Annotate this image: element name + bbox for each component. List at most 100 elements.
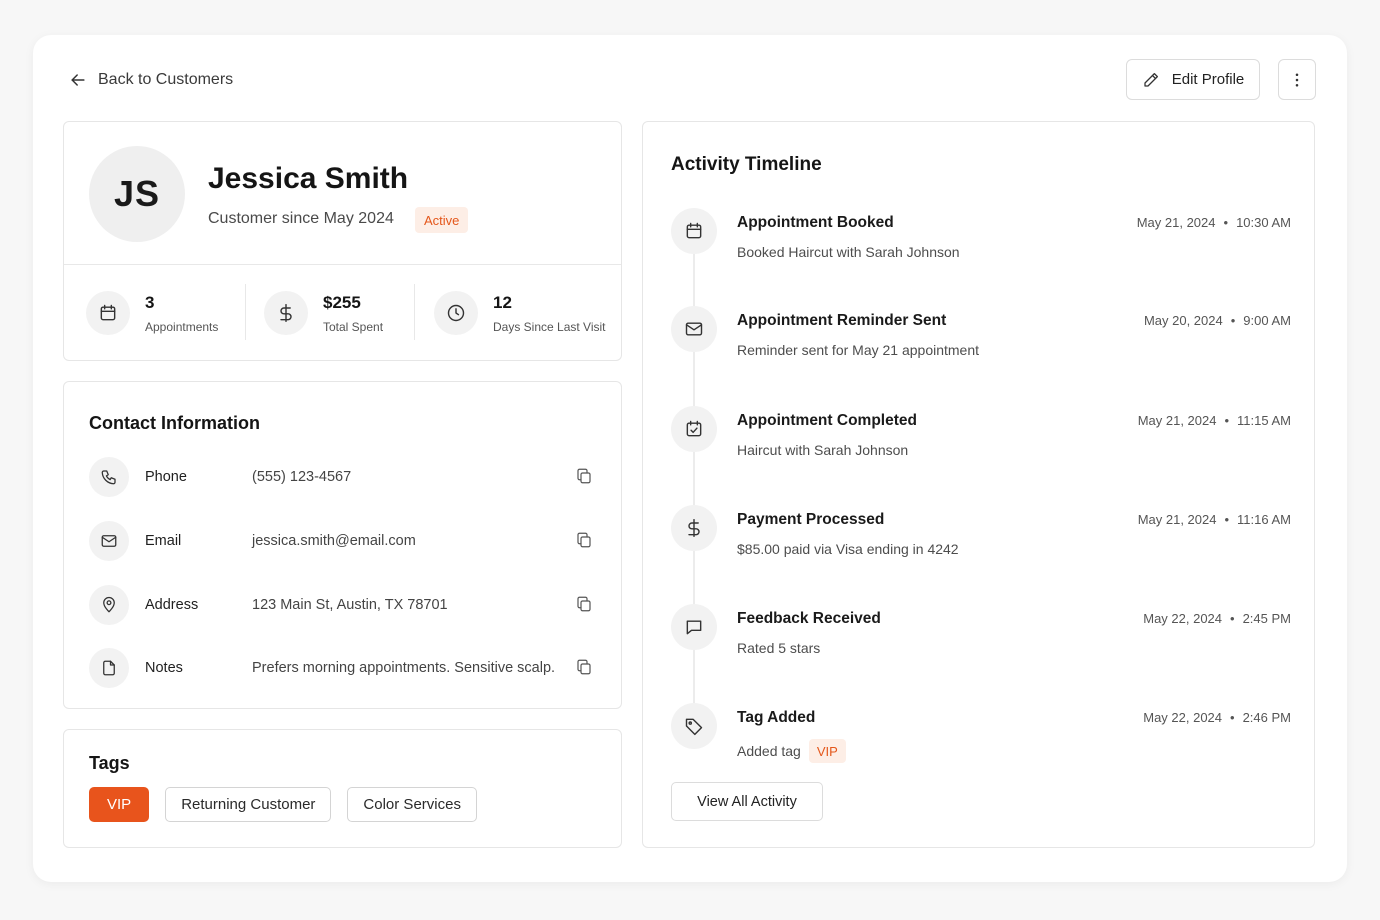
copy-notes-button[interactable] [575,658,595,678]
separator-dot: • [1230,313,1236,328]
phone-icon [101,470,116,485]
contact-label: Email [145,533,182,549]
timeline-item-desc: Booked Haircut with Sarah Johnson [737,244,960,260]
timeline-item-desc-text: Rated 5 stars [737,640,821,656]
view-all-activity-button[interactable]: View All Activity [671,782,823,821]
contact-row-phone: Phone (555) 123-4567 [89,457,599,497]
edit-profile-label: Edit Profile [1171,71,1245,88]
timeline-item-desc: Reminder sent for May 21 appointment [737,342,979,358]
timeline-date: May 21, 2024 [1137,512,1217,527]
timeline-item-title: Feedback Received [737,610,881,627]
tag-badge-vip: VIP [808,739,846,763]
contact-row-address: Address 123 Main St, Austin, TX 78701 [89,585,599,625]
customer-since: Customer since May 2024 [208,210,394,227]
contact-information-card: Contact Information Phone (555) 123-4567… [63,381,622,709]
tags-list: VIP Returning Customer Color Services [89,787,477,822]
email-value: jessica.smith@email.com [252,533,416,549]
back-link-label: Back to Customers [98,71,234,88]
stat-appointments: 3 Appointments [86,289,218,337]
contact-label: Notes [145,660,183,676]
separator-dot: • [1224,413,1230,428]
phone-value: (555) 123-4567 [252,469,352,485]
timeline-item-title: Tag Added [737,709,816,726]
separator-dot: • [1223,215,1229,230]
tag-icon [685,718,703,736]
address-value: 123 Main St, Austin, TX 78701 [252,597,448,613]
more-options-button[interactable] [1278,59,1316,100]
tags-card: Tags VIP Returning Customer Color Servic… [63,729,622,848]
copy-icon [577,532,591,548]
contact-label: Phone [145,469,187,485]
timeline-item-time: May 21, 2024 • 11:16 AM [1138,512,1291,527]
back-to-customers-link[interactable]: Back to Customers [68,66,233,94]
timeline-item-desc: Rated 5 stars [737,640,820,656]
copy-email-button[interactable] [575,531,595,551]
activity-timeline-card: Activity Timeline Appointment Booked Boo… [642,121,1315,848]
stat-value: 12 [493,293,512,312]
stat-value: $255 [323,293,361,312]
timeline-item-title: Appointment Reminder Sent [737,312,947,329]
mail-icon [685,322,703,336]
separator-dot: • [1230,611,1235,626]
stat-total-spent: $255 Total Spent [264,289,383,337]
timeline-item-time: May 21, 2024 • 10:30 AM [1137,215,1291,230]
timeline-item-title: Appointment Booked [737,214,894,231]
timeline-time: 11:16 AM [1237,512,1291,527]
profile-divider [64,264,621,265]
calendar-icon [100,304,116,321]
timeline-item-desc-text: Haircut with Sarah Johnson [737,442,909,458]
timeline-item: Appointment Completed Haircut with Sarah… [671,406,1291,466]
arrow-left-icon [71,74,85,86]
timeline-date: May 22, 2024 [1143,611,1223,626]
contact-label: Address [145,597,199,613]
copy-address-button[interactable] [575,595,595,615]
timeline-item-desc: Added tag VIP [737,739,846,763]
dollar-icon [280,303,292,323]
stat-divider [245,284,246,340]
timeline-date: May 20, 2024 [1143,313,1223,328]
status-badge: Active [415,207,469,233]
copy-icon [577,596,591,612]
tag-returning-customer[interactable]: Returning Customer [165,787,332,822]
timeline-date: May 21, 2024 [1136,215,1216,230]
timeline-item: Tag Added Added tag VIP May 22, 2024 • 2:46… [671,703,1291,763]
stat-divider [414,284,415,340]
timeline-date: May 22, 2024 [1143,710,1223,725]
timeline-item-title: Appointment Completed [737,412,917,429]
timeline-time: 11:15 AM [1237,413,1291,428]
timeline-item-time: May 20, 2024 • 9:00 AM [1144,313,1291,328]
stat-label: Appointments [145,320,219,334]
copy-icon [577,659,591,675]
copy-icon [577,468,591,484]
contact-row-email: Email jessica.smith@email.com [89,521,599,561]
customer-name: Jessica Smith [208,162,409,195]
timeline-item-desc-text: Reminder sent for May 21 appointment [737,342,980,358]
timeline-item: Feedback Received Rated 5 stars May 22, … [671,604,1291,664]
timeline-time: 9:00 AM [1243,313,1291,328]
timeline-item-desc: Haircut with Sarah Johnson [737,442,908,458]
separator-dot: • [1224,512,1230,527]
timeline-item: Payment Processed $85.00 paid via Visa e… [671,505,1291,565]
copy-phone-button[interactable] [575,467,595,487]
stat-label: Total Spent [323,320,384,334]
timeline-time: 2:46 PM [1242,710,1291,725]
timeline-time: 10:30 AM [1236,215,1291,230]
stat-value: 3 [145,293,155,312]
calendar-icon [686,222,702,239]
timeline-item: Appointment Booked Booked Haircut with S… [671,208,1291,268]
edit-profile-button[interactable]: Edit Profile [1126,59,1260,100]
tag-vip[interactable]: VIP [89,787,150,822]
timeline-item-desc-text: Booked Haircut with Sarah Johnson [737,244,960,260]
tag-color-services[interactable]: Color Services [347,787,477,822]
timeline-item: Appointment Reminder Sent Reminder sent … [671,306,1291,366]
stat-days-since-visit: 12 Days Since Last Visit [434,289,606,337]
stat-label: Days Since Last Visit [493,320,606,334]
avatar: JS [89,146,185,242]
timeline-item-desc: $85.00 paid via Visa ending in 4242 [737,541,959,557]
dollar-icon [688,518,700,538]
timeline-item-time: May 22, 2024 • 2:45 PM [1143,611,1291,626]
timeline-item-desc-text: Added tag [737,743,801,759]
mail-icon [101,535,117,547]
pencil-icon [1144,72,1158,87]
contact-title: Contact Information [89,413,260,433]
